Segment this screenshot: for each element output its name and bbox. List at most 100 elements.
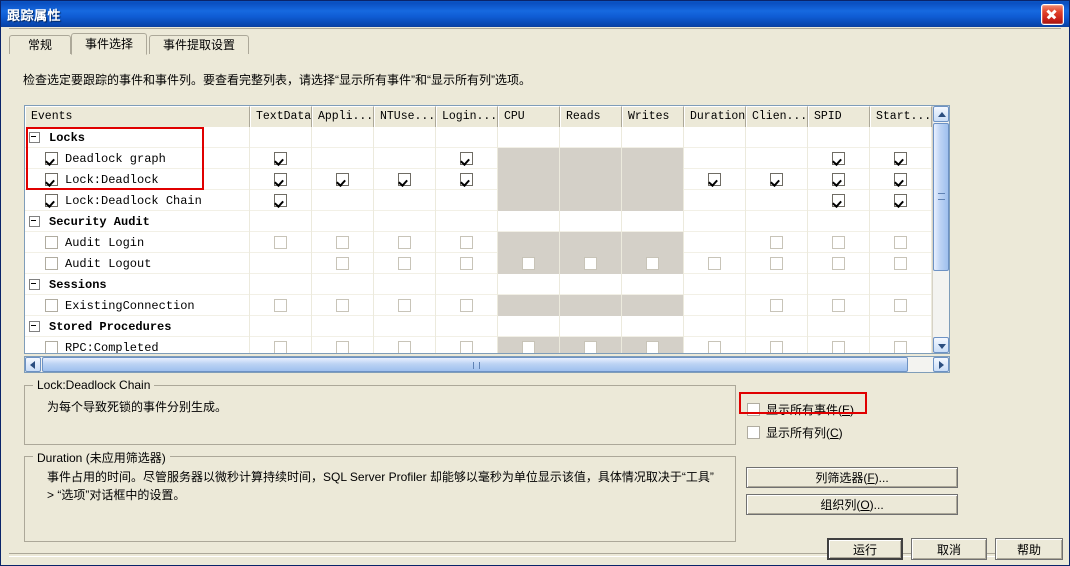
grid-cell[interactable] [374, 253, 436, 274]
grid-cell[interactable] [560, 148, 622, 169]
grid-cell[interactable] [684, 337, 746, 353]
grid-cell[interactable] [746, 190, 808, 211]
scroll-up-arrow-icon[interactable] [933, 106, 949, 122]
column-enabled-checkbox[interactable] [274, 173, 287, 186]
column-enabled-checkbox[interactable] [832, 257, 845, 270]
grid-cell[interactable] [622, 148, 684, 169]
column-enabled-checkbox[interactable] [398, 173, 411, 186]
grid-category-row[interactable]: Security Audit [25, 211, 949, 232]
column-enabled-checkbox[interactable] [708, 257, 721, 270]
grid-cell[interactable] [498, 190, 560, 211]
column-enabled-checkbox[interactable] [894, 257, 907, 270]
grid-cell[interactable] [250, 337, 312, 353]
scroll-right-arrow-icon[interactable] [933, 357, 949, 372]
grid-column-header-start[interactable]: Start... [870, 106, 932, 127]
grid-cell[interactable] [374, 295, 436, 316]
grid-event-row[interactable]: Lock:Deadlock Chain [25, 190, 949, 211]
grid-cell[interactable] [312, 232, 374, 253]
grid-cell[interactable] [684, 274, 746, 295]
event-enabled-checkbox[interactable] [45, 194, 58, 207]
grid-cell[interactable] [560, 253, 622, 274]
vertical-scroll-thumb[interactable] [933, 123, 949, 271]
grid-cell[interactable] [312, 190, 374, 211]
grid-event-row[interactable]: Audit Logout [25, 253, 949, 274]
grid-cell[interactable] [250, 253, 312, 274]
grid-cell[interactable] [498, 274, 560, 295]
close-icon[interactable] [1041, 3, 1064, 25]
column-enabled-checkbox[interactable] [398, 257, 411, 270]
grid-cell[interactable] [560, 127, 622, 148]
grid-cell[interactable] [498, 211, 560, 232]
column-enabled-checkbox[interactable] [832, 236, 845, 249]
events-grid[interactable]: Events TextData Appli... NTUse... Login... CP… [24, 105, 950, 354]
organize-columns-button[interactable]: 组织列(O)... [746, 494, 958, 515]
grid-column-header-reads[interactable]: Reads [560, 106, 622, 127]
grid-cell[interactable] [684, 232, 746, 253]
column-enabled-checkbox[interactable] [708, 173, 721, 186]
help-button[interactable]: 帮助 [995, 538, 1063, 560]
grid-cell[interactable] [436, 316, 498, 337]
column-enabled-checkbox[interactable] [460, 173, 473, 186]
grid-cell[interactable] [250, 148, 312, 169]
column-enabled-checkbox[interactable] [336, 236, 349, 249]
grid-cell[interactable] [436, 148, 498, 169]
grid-cell[interactable] [312, 295, 374, 316]
event-name-cell[interactable]: Deadlock graph [25, 148, 250, 169]
grid-column-header-events[interactable]: Events [25, 106, 250, 127]
grid-cell[interactable] [870, 274, 932, 295]
grid-cell[interactable] [250, 274, 312, 295]
grid-column-header-appli[interactable]: Appli... [312, 106, 374, 127]
column-filters-button[interactable]: 列筛选器(F)... [746, 467, 958, 488]
column-enabled-checkbox[interactable] [274, 236, 287, 249]
grid-cell[interactable] [808, 232, 870, 253]
grid-cell[interactable] [746, 232, 808, 253]
column-enabled-checkbox[interactable] [646, 341, 659, 353]
grid-cell[interactable] [560, 211, 622, 232]
column-enabled-checkbox[interactable] [832, 152, 845, 165]
grid-cell[interactable] [374, 169, 436, 190]
grid-cell[interactable] [622, 295, 684, 316]
grid-cell[interactable] [746, 337, 808, 353]
grid-cell[interactable] [250, 169, 312, 190]
grid-cell[interactable] [684, 211, 746, 232]
horizontal-scroll-thumb[interactable] [42, 357, 908, 372]
grid-cell[interactable] [622, 127, 684, 148]
grid-horizontal-scrollbar[interactable] [24, 356, 950, 373]
column-enabled-checkbox[interactable] [460, 236, 473, 249]
column-enabled-checkbox[interactable] [398, 341, 411, 353]
grid-cell[interactable] [374, 148, 436, 169]
grid-cell[interactable] [498, 127, 560, 148]
grid-cell[interactable] [560, 316, 622, 337]
column-enabled-checkbox[interactable] [832, 341, 845, 353]
event-name-cell[interactable]: Lock:Deadlock Chain [25, 190, 250, 211]
column-enabled-checkbox[interactable] [336, 257, 349, 270]
column-enabled-checkbox[interactable] [460, 299, 473, 312]
grid-cell[interactable] [746, 169, 808, 190]
event-name-cell[interactable]: Sessions [25, 274, 250, 295]
grid-cell[interactable] [312, 253, 374, 274]
grid-cell[interactable] [870, 316, 932, 337]
show-all-events-checkbox[interactable] [747, 403, 760, 416]
column-enabled-checkbox[interactable] [894, 236, 907, 249]
collapse-icon[interactable] [29, 279, 40, 290]
column-enabled-checkbox[interactable] [832, 173, 845, 186]
grid-event-row[interactable]: Deadlock graph [25, 148, 949, 169]
grid-cell[interactable] [436, 274, 498, 295]
grid-cell[interactable] [808, 274, 870, 295]
grid-cell[interactable] [560, 274, 622, 295]
run-button[interactable]: 运行 [827, 538, 903, 560]
column-enabled-checkbox[interactable] [894, 341, 907, 353]
column-enabled-checkbox[interactable] [584, 257, 597, 270]
grid-column-header-textdata[interactable]: TextData [250, 106, 312, 127]
grid-cell[interactable] [498, 316, 560, 337]
event-name-cell[interactable]: Security Audit [25, 211, 250, 232]
grid-cell[interactable] [312, 169, 374, 190]
grid-cell[interactable] [684, 169, 746, 190]
grid-cell[interactable] [436, 295, 498, 316]
grid-cell[interactable] [498, 148, 560, 169]
column-enabled-checkbox[interactable] [274, 194, 287, 207]
show-all-columns-option[interactable]: 显示所有列(C) [747, 424, 843, 441]
grid-cell[interactable] [498, 295, 560, 316]
grid-cell[interactable] [622, 316, 684, 337]
grid-cell[interactable] [498, 337, 560, 353]
